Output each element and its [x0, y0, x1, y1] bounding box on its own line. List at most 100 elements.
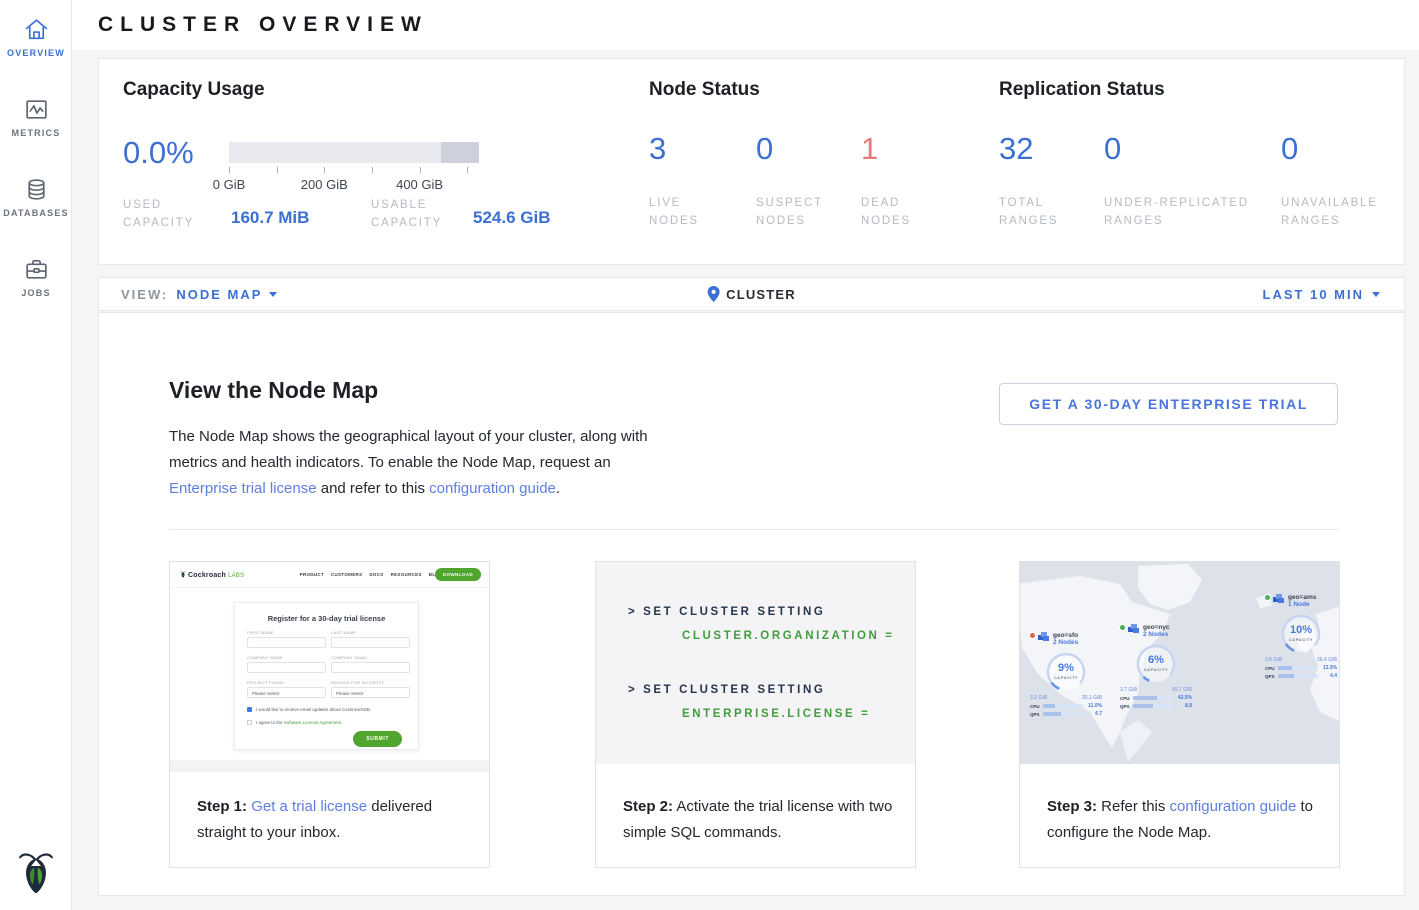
capacity-arc-gauge: 9% CAPACITY [1044, 650, 1088, 694]
sidebar-item-label: DATABASES [3, 208, 68, 218]
total-ranges-value: 32 [999, 131, 1033, 167]
form-field: FIRST NAME [247, 630, 326, 648]
qps-row: QPS8.8 [1120, 703, 1192, 709]
capacity-gauge-ticks [229, 167, 479, 175]
view-selector: VIEW: NODE MAP [121, 278, 277, 310]
briefcase-icon [23, 256, 50, 283]
mini-site-header: Cockroach LABS PRODUCT CUSTOMERS DOCS RE… [170, 562, 489, 588]
live-status-dot [1265, 595, 1270, 600]
node-status-title: Node Status [649, 79, 760, 101]
node-cubes-icon [1038, 632, 1050, 642]
gauge-tick [229, 167, 230, 173]
step-card-3: geo=sfo2 Nodes 9% CAPACITY 3.2 GiB35.1 G… [1019, 561, 1340, 868]
trial-license-form: Register for a 30-day trial license FIRS… [234, 602, 419, 750]
configuration-guide-link[interactable]: configuration guide [429, 480, 556, 497]
gauge-tick-label: 200 GiB [301, 177, 348, 192]
node-map-preview: geo=sfo2 Nodes 9% CAPACITY 3.2 GiB35.1 G… [1020, 562, 1339, 764]
dead-nodes-value: 1 [861, 131, 878, 167]
view-bar: VIEW: NODE MAP CLUSTER LAST 10 MIN [98, 277, 1405, 311]
capacity-gauge-bar [229, 142, 479, 163]
checkbox-checked-icon [247, 707, 252, 712]
mini-site-footer [170, 760, 489, 772]
mini-site-nav-item: CUSTOMERS [331, 572, 362, 577]
database-icon [23, 176, 50, 203]
capacity-gauge: 0 GiB 200 GiB 400 GiB [229, 142, 479, 193]
page-header: CLUSTER OVERVIEW [72, 0, 1419, 50]
node-map-panel: View the Node Map The Node Map shows the… [98, 312, 1405, 896]
used-capacity-value: 160.7 MiB [231, 208, 309, 228]
sql-command: > SET CLUSTER SETTING [628, 684, 825, 696]
used-capacity-label: USED CAPACITY [123, 196, 218, 232]
gauge-tick [372, 167, 373, 173]
sidebar-item-overview[interactable]: OVERVIEW [0, 16, 72, 58]
sql-commands-illustration: > SET CLUSTER SETTING CLUSTER.ORGANIZATI… [596, 562, 915, 764]
mini-site-logo: Cockroach LABS [180, 570, 244, 579]
sidebar: OVERVIEW METRICS DATABASES JOBS [0, 0, 72, 910]
mini-site-nav-item: PRODUCT [300, 572, 324, 577]
form-checkbox-license: I agree to the Software License Agreemen… [247, 720, 343, 725]
cpu-row: CPU11.0% [1030, 703, 1102, 709]
configuration-guide-link[interactable]: configuration guide [1170, 798, 1297, 815]
enterprise-trial-button[interactable]: GET A 30-DAY ENTERPRISE TRIAL [999, 383, 1338, 425]
sidebar-item-label: JOBS [21, 288, 50, 298]
dead-nodes-label: DEADNODES [861, 194, 911, 230]
step-3-caption: Step 3: Refer this configuration guide t… [1047, 794, 1322, 846]
node-cubes-icon [1273, 594, 1285, 604]
form-field: LAST NAME [331, 630, 410, 648]
capacity-gauge-labels: 0 GiB 200 GiB 400 GiB [229, 177, 479, 193]
usable-capacity-value: 524.6 GiB [473, 208, 551, 228]
under-replicated-ranges-value: 0 [1104, 131, 1121, 167]
step-card-2: > SET CLUSTER SETTING CLUSTER.ORGANIZATI… [595, 561, 916, 868]
sidebar-item-databases[interactable]: DATABASES [0, 176, 72, 218]
view-dropdown[interactable]: NODE MAP [176, 287, 277, 302]
gauge-tick [324, 167, 325, 173]
metrics-icon [23, 96, 50, 123]
unavailable-ranges-label: UNAVAILABLERANGES [1281, 194, 1378, 230]
sql-argument: CLUSTER.ORGANIZATION = [682, 630, 895, 642]
suspect-nodes-label: SUSPECTNODES [756, 194, 823, 230]
location-pin-icon [707, 286, 719, 302]
node-map-description: The Node Map shows the geographical layo… [169, 424, 648, 502]
gauge-tick [277, 167, 278, 173]
form-submit-button: SUBMIT [353, 731, 402, 747]
form-title: Register for a 30-day trial license [235, 614, 418, 623]
node-map-widget-ams: geo=ams1 Node 10% CAPACITY 3.6 GiB36.4 G… [1265, 594, 1337, 679]
sidebar-item-label: OVERVIEW [7, 48, 65, 58]
replication-status-title: Replication Status [999, 79, 1165, 101]
get-trial-license-link[interactable]: Get a trial license [251, 798, 367, 815]
unavailable-ranges-value: 0 [1281, 131, 1298, 167]
cockroachdb-admin-ui: OVERVIEW METRICS DATABASES JOBS [0, 0, 1419, 910]
sidebar-item-jobs[interactable]: JOBS [0, 256, 72, 298]
form-field: COMPANY EMAIL [331, 655, 410, 673]
node-map-heading: View the Node Map [169, 377, 378, 404]
form-field: PROJECT PHASEPlease Select [247, 680, 326, 698]
mini-site-download-button: DOWNLOAD [435, 568, 481, 581]
node-cubes-icon [1128, 624, 1140, 634]
mini-site-nav-item: RESOURCES [391, 572, 422, 577]
gauge-tick-label: 0 GiB [213, 177, 246, 192]
live-nodes-value: 3 [649, 131, 666, 167]
enterprise-trial-license-link[interactable]: Enterprise trial license [169, 480, 317, 497]
page-title: CLUSTER OVERVIEW [98, 13, 428, 37]
capacity-gauge-reserved-segment [441, 142, 479, 163]
qps-row: QPS4.7 [1030, 711, 1102, 717]
sql-command: > SET CLUSTER SETTING [628, 606, 825, 618]
time-range-value: LAST 10 MIN [1263, 287, 1364, 302]
step-1-caption: Step 1: Get a trial license delivered st… [197, 794, 472, 846]
node-map-widget-sfo: geo=sfo2 Nodes 9% CAPACITY 3.2 GiB35.1 G… [1030, 632, 1102, 717]
sidebar-item-label: METRICS [12, 128, 61, 138]
divider [169, 529, 1338, 530]
view-label: VIEW: [121, 287, 168, 302]
gauge-tick-label: 400 GiB [396, 177, 443, 192]
form-field: COMPANY NAME [247, 655, 326, 673]
chevron-down-icon [1372, 292, 1380, 297]
node-map-widget-nyc: geo=nyc2 Nodes 6% CAPACITY 3.7 GiB65.7 G… [1120, 624, 1192, 709]
sql-argument: ENTERPRISE.LICENSE = [682, 708, 870, 720]
cockroach-labs-logo [16, 848, 56, 896]
chevron-down-icon [269, 292, 277, 297]
description-line: The Node Map shows the geographical layo… [169, 424, 648, 450]
sidebar-item-metrics[interactable]: METRICS [0, 96, 72, 138]
under-replicated-ranges-label: UNDER-REPLICATEDRANGES [1104, 194, 1249, 230]
checkbox-icon [247, 720, 252, 725]
time-range-dropdown[interactable]: LAST 10 MIN [1263, 278, 1380, 310]
